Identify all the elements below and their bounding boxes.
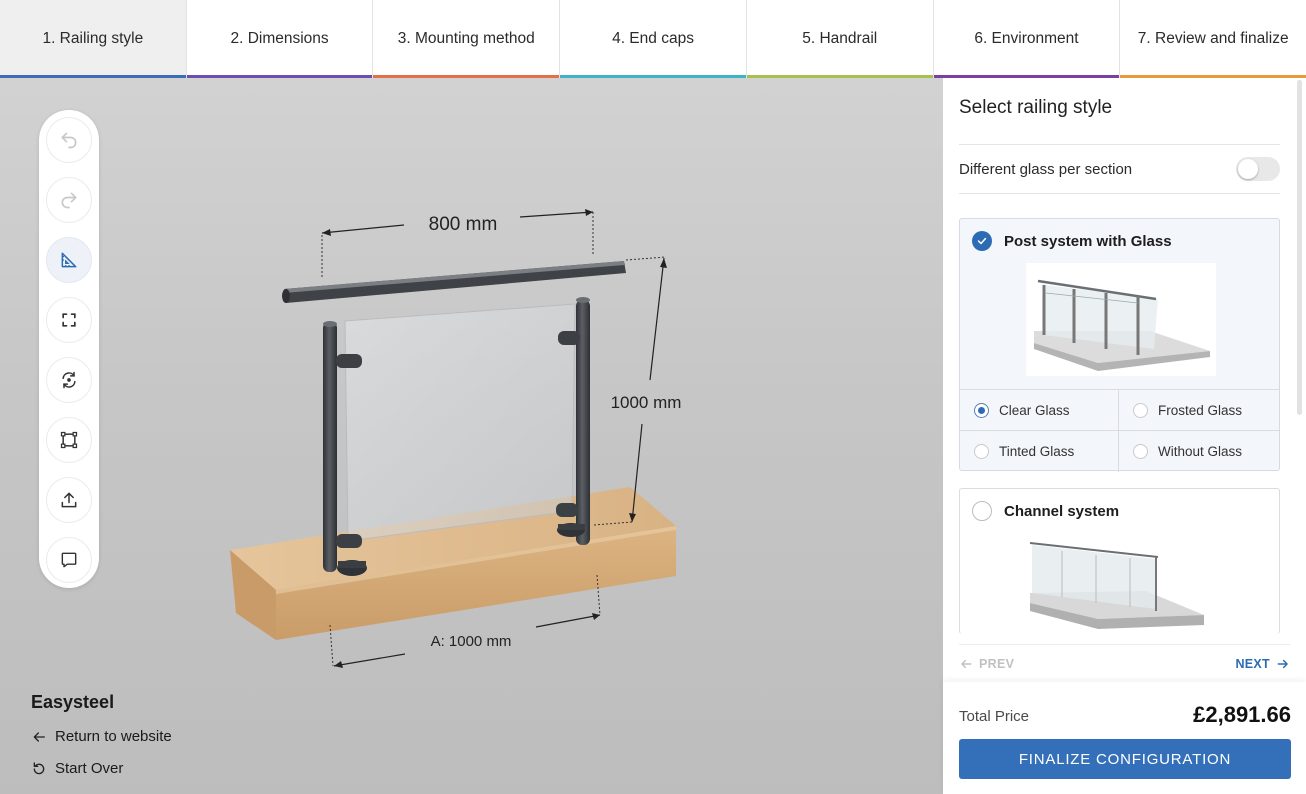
tab-label: 5. Handrail <box>802 30 878 47</box>
measure-button[interactable] <box>46 237 92 283</box>
tab-label: 7. Review and finalize <box>1137 30 1289 47</box>
tab-end-caps[interactable]: 4. End caps <box>560 0 747 78</box>
option-label: Tinted Glass <box>999 444 1075 459</box>
next-label: NEXT <box>1235 656 1270 671</box>
share-button[interactable] <box>46 477 92 523</box>
tab-label: 3. Mounting method <box>397 30 535 47</box>
card-header: Channel system <box>972 501 1119 521</box>
tab-mounting-method[interactable]: 3. Mounting method <box>373 0 561 78</box>
fullscreen-button[interactable] <box>46 297 92 343</box>
handrail <box>282 261 626 303</box>
railing-3d-model: 800 mm 1000 mm A: 1000 mm <box>230 209 682 668</box>
arrow-left-icon <box>33 731 45 742</box>
prev-button[interactable]: PREV <box>959 657 1014 671</box>
arrow-left-icon <box>961 659 972 668</box>
dimension-width-label: 800 mm <box>429 214 498 235</box>
different-glass-toggle-row: Different glass per section <box>959 145 1280 193</box>
option-label: Without Glass <box>1158 444 1243 459</box>
option-tinted-glass[interactable]: Tinted Glass <box>960 431 1119 472</box>
start-over-link[interactable]: Start Over <box>31 760 123 777</box>
radio <box>974 444 989 459</box>
panel-title: Select railing style <box>959 97 1113 118</box>
dimension-height-label: 1000 mm <box>611 393 682 412</box>
total-price-label: Total Price <box>959 708 1030 725</box>
restart-icon <box>33 761 45 774</box>
glass-options: Clear Glass Frosted Glass Tinted Glass W… <box>960 389 1279 472</box>
different-glass-toggle[interactable] <box>1236 157 1280 181</box>
option-label: Frosted Glass <box>1158 402 1243 418</box>
comment-button[interactable] <box>46 537 92 583</box>
dimension-height <box>593 256 667 526</box>
toggle-knob <box>1238 159 1258 179</box>
redo-button[interactable] <box>46 177 92 223</box>
card-title: Channel system <box>1004 502 1120 520</box>
tab-label: 4. End caps <box>612 30 694 47</box>
step-tabs: 1. Railing style 2. Dimensions 3. Mounti… <box>0 0 1306 78</box>
brand-name: Easysteel <box>31 692 115 712</box>
panel-scrollbar[interactable] <box>1297 80 1302 415</box>
redo-icon <box>61 192 77 209</box>
step-navigation: PREV NEXT <box>959 644 1290 682</box>
rotate-view-icon <box>62 371 76 389</box>
configuration-panel: Select railing style Different glass per… <box>943 78 1306 794</box>
radio <box>972 501 992 521</box>
return-to-website-link[interactable]: Return to website <box>31 728 172 745</box>
card-header: Post system with Glass <box>972 231 1172 251</box>
arrow-right-icon <box>1277 659 1288 668</box>
3d-viewer[interactable]: 800 mm 1000 mm A: 1000 mm Easysteel Retu… <box>0 78 943 794</box>
option-without-glass[interactable]: Without Glass <box>1119 431 1279 472</box>
viewer-toolbar <box>39 110 99 588</box>
toggle-label: Different glass per section <box>959 160 1133 178</box>
undo-icon <box>61 132 77 149</box>
card-title: Post system with Glass <box>1004 232 1172 250</box>
start-over-label: Start Over <box>55 760 124 777</box>
glass-panel <box>344 303 576 542</box>
tab-label: 1. Railing style <box>42 30 144 47</box>
option-label: Clear Glass <box>999 402 1070 418</box>
radio <box>1133 402 1148 418</box>
rotate-view-button[interactable] <box>46 357 92 403</box>
tab-environment[interactable]: 6. Environment <box>933 0 1121 78</box>
return-link-label: Return to website <box>55 728 172 745</box>
tab-review-finalize[interactable]: 7. Review and finalize <box>1120 0 1306 78</box>
tab-label: 2. Dimensions <box>230 30 329 47</box>
option-clear-glass[interactable]: Clear Glass <box>960 390 1119 431</box>
radio-selected <box>974 402 989 418</box>
frame-select-icon <box>60 431 78 449</box>
post-system-thumbnail <box>1026 263 1216 376</box>
railing-option-channel-system[interactable]: Channel system <box>959 488 1280 634</box>
tab-dimensions[interactable]: 2. Dimensions <box>186 0 374 78</box>
undo-button[interactable] <box>46 117 92 163</box>
railing-option-post-system[interactable]: Post system with Glass Clear Glass Frost… <box>959 218 1280 472</box>
frame-select-button[interactable] <box>46 417 92 463</box>
share-icon <box>61 492 77 508</box>
radio <box>1133 444 1148 459</box>
tab-railing-style[interactable]: 1. Railing style <box>0 0 187 78</box>
divider <box>959 193 1280 194</box>
dimension-section-label: A: 1000 mm <box>431 633 512 650</box>
next-button[interactable]: NEXT <box>1235 657 1290 671</box>
finalize-configuration-button[interactable]: FINALIZE CONFIGURATION <box>959 739 1291 779</box>
tab-handrail[interactable]: 5. Handrail <box>746 0 934 78</box>
fullscreen-icon <box>62 313 76 327</box>
prev-label: PREV <box>979 656 1015 671</box>
comment-icon <box>61 552 77 568</box>
checkmark-icon <box>972 231 992 251</box>
total-price-value: £2,891.66 <box>1193 702 1291 727</box>
measure-icon <box>61 252 77 268</box>
tab-label: 6. Environment <box>974 30 1079 47</box>
channel-system-thumbnail <box>1026 533 1216 633</box>
price-footer: Total Price £2,891.66 FINALIZE CONFIGURA… <box>943 682 1306 794</box>
option-frosted-glass[interactable]: Frosted Glass <box>1119 390 1279 431</box>
